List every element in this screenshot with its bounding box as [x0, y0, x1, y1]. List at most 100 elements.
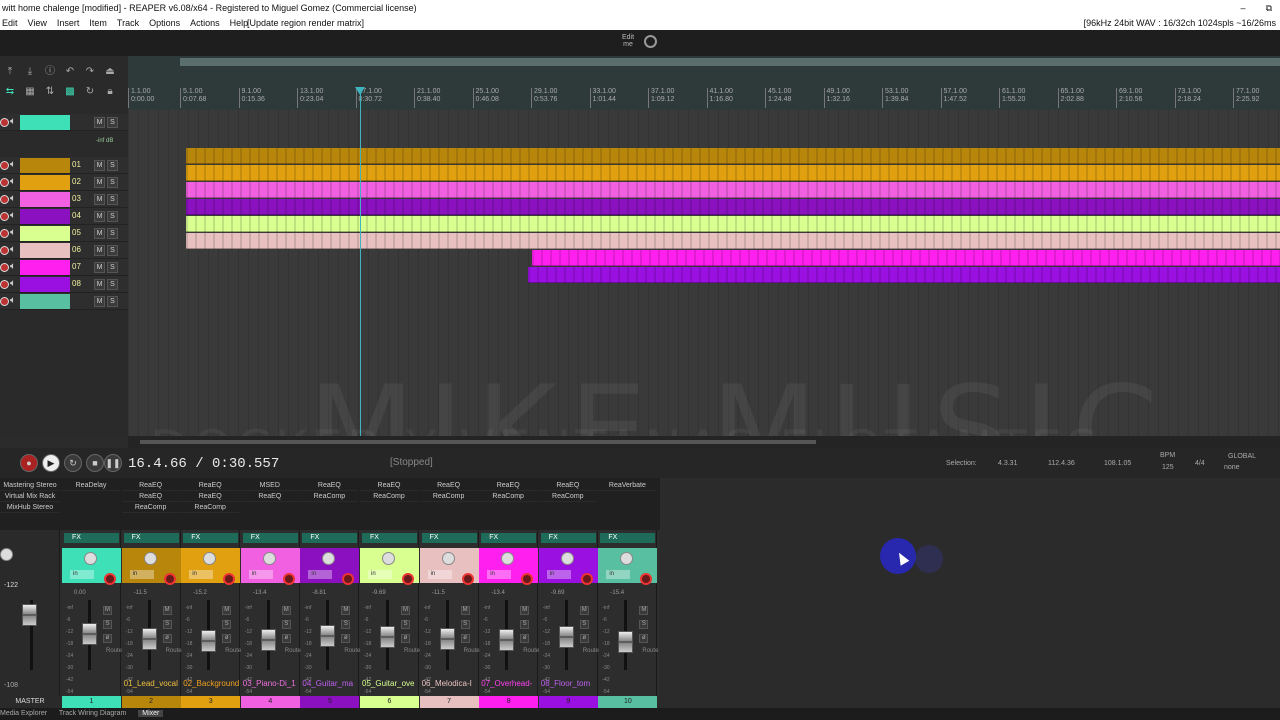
record-arm-button[interactable]: [521, 573, 534, 585]
fx-slot[interactable]: ReaComp: [479, 491, 538, 502]
speaker-icon[interactable]: 🔈︎: [10, 193, 16, 204]
mute-button[interactable]: M: [579, 606, 589, 615]
track-number-tab[interactable]: 8: [479, 696, 539, 708]
fx-slot[interactable]: ReaEQ: [360, 480, 418, 491]
phase-button[interactable]: ø: [639, 634, 649, 643]
fx-slot[interactable]: ReaEQ: [419, 480, 478, 491]
volume-fader[interactable]: [260, 629, 276, 651]
track-color[interactable]: [20, 115, 70, 130]
phase-button[interactable]: ø: [162, 634, 172, 643]
record-arm-button[interactable]: [0, 212, 9, 221]
track-name[interactable]: 07_Overhead-: [479, 679, 538, 689]
selection-end[interactable]: 112.4.36: [1048, 460, 1075, 467]
pan-knob[interactable]: [143, 552, 157, 565]
global-value[interactable]: none: [1224, 464, 1240, 471]
solo-button[interactable]: S: [401, 620, 410, 629]
mute-button[interactable]: M: [401, 606, 410, 615]
input-button[interactable]: in: [427, 570, 452, 579]
snap-icon[interactable]: ⇅: [42, 86, 58, 98]
lock-icon[interactable]: 🔒︎: [102, 86, 118, 98]
menu-help[interactable]: Help: [230, 16, 249, 30]
media-item[interactable]: [186, 148, 1280, 164]
track-color[interactable]: [20, 192, 70, 207]
master-pan-knob[interactable]: [0, 548, 13, 561]
fx-slot[interactable]: ReaComp: [300, 491, 359, 502]
track-row[interactable]: 🔈︎ 05 M S: [0, 225, 128, 242]
track-name[interactable]: 04_Guitar_ma: [300, 679, 359, 689]
track-row[interactable]: 🔈︎ 06 M S: [0, 242, 128, 259]
input-button[interactable]: in: [546, 570, 571, 579]
track-color[interactable]: [20, 277, 70, 292]
track-number-tab[interactable]: 3: [181, 696, 241, 708]
fx-slot[interactable]: MixHub Stereo: [0, 502, 60, 513]
mute-button[interactable]: M: [94, 211, 105, 222]
mute-button[interactable]: M: [94, 160, 105, 171]
speaker-icon[interactable]: 🔈︎: [10, 244, 16, 255]
input-button[interactable]: in: [129, 570, 154, 579]
record-arm-button[interactable]: [0, 229, 9, 238]
fx-slot[interactable]: ReaComp: [538, 491, 597, 502]
track-color[interactable]: [20, 226, 70, 241]
fx-button[interactable]: FX: [600, 533, 656, 543]
track-number-tab[interactable]: 1: [62, 696, 121, 708]
mute-button[interactable]: M: [94, 117, 105, 128]
ripple-icon[interactable]: ⇆: [2, 86, 18, 98]
fx-slot[interactable]: ReaEQ: [121, 491, 180, 502]
media-item[interactable]: [186, 233, 1280, 249]
speaker-icon[interactable]: 🔈︎: [10, 159, 16, 170]
fx-slot[interactable]: ReaEQ: [538, 480, 597, 491]
track-name[interactable]: 08_Floor_tom: [539, 679, 598, 689]
track-row[interactable]: 🔈︎ 03 M S: [0, 191, 128, 208]
timeline-ruler[interactable]: 1.1.00 0:00.00 5.1.00 0:07.68 9.1.00 0:15.36 1…: [128, 56, 1280, 110]
phase-button[interactable]: ø: [281, 634, 291, 643]
track-row[interactable]: 🔈︎ 08 M S: [0, 276, 128, 293]
phase-button[interactable]: ø: [579, 634, 589, 643]
route-button[interactable]: Route: [404, 648, 420, 654]
mute-button[interactable]: M: [94, 279, 105, 290]
volume-fader[interactable]: [320, 625, 336, 647]
grid-icon[interactable]: ▦: [22, 86, 38, 98]
fx-slot[interactable]: Virtual Mix Rack: [0, 491, 60, 502]
solo-button[interactable]: S: [107, 279, 118, 290]
track-number-tab[interactable]: 6: [360, 696, 419, 708]
solo-button[interactable]: S: [639, 620, 649, 629]
play-button[interactable]: ▶: [42, 454, 60, 472]
fx-slot[interactable]: ReaComp: [121, 502, 180, 513]
fx-slot[interactable]: ReaVerbate: [598, 480, 657, 491]
minimize-button[interactable]: –: [1241, 0, 1246, 16]
volume-fader[interactable]: [499, 629, 515, 651]
solo-button[interactable]: S: [222, 620, 232, 629]
track-number-tab[interactable]: 7: [419, 696, 479, 708]
solo-button[interactable]: S: [107, 245, 118, 256]
mute-button[interactable]: M: [103, 606, 112, 615]
solo-button[interactable]: S: [107, 228, 118, 239]
redo-icon[interactable]: ↷: [82, 66, 98, 78]
route-button[interactable]: Route: [523, 648, 539, 654]
track-name[interactable]: 03_Piano-Di_1: [241, 679, 300, 689]
solo-button[interactable]: S: [107, 211, 118, 222]
record-arm-button[interactable]: [402, 573, 414, 585]
pause-button[interactable]: ❚❚: [104, 454, 122, 472]
record-arm-button[interactable]: [104, 573, 116, 585]
zoom-icon[interactable]: [644, 35, 657, 48]
tab-media-explorer[interactable]: Media Explorer: [0, 710, 47, 717]
input-button[interactable]: in: [606, 570, 631, 579]
fx-slot[interactable]: ReaDelay: [62, 480, 120, 491]
mute-button[interactable]: M: [94, 228, 105, 239]
edit-me-label[interactable]: Edit me: [622, 34, 634, 48]
fx-button[interactable]: FX: [362, 533, 417, 543]
mute-button[interactable]: M: [341, 606, 351, 615]
fx-slot[interactable]: Mastering Stereo: [0, 480, 60, 491]
master-fader[interactable]: [22, 604, 37, 626]
track-name[interactable]: 02_Background: [181, 679, 240, 689]
fx-button[interactable]: FX: [242, 533, 298, 543]
route-button[interactable]: Route: [106, 648, 122, 654]
pan-knob[interactable]: [441, 552, 455, 565]
record-arm-button[interactable]: [282, 573, 295, 585]
speaker-icon[interactable]: 🔈︎: [10, 176, 16, 187]
menu-track[interactable]: Track: [117, 16, 139, 30]
fx-button[interactable]: FX: [302, 533, 358, 543]
speaker-icon[interactable]: 🔈︎: [10, 278, 16, 289]
volume-fader[interactable]: [558, 626, 574, 648]
record-arm-button[interactable]: [0, 280, 9, 289]
